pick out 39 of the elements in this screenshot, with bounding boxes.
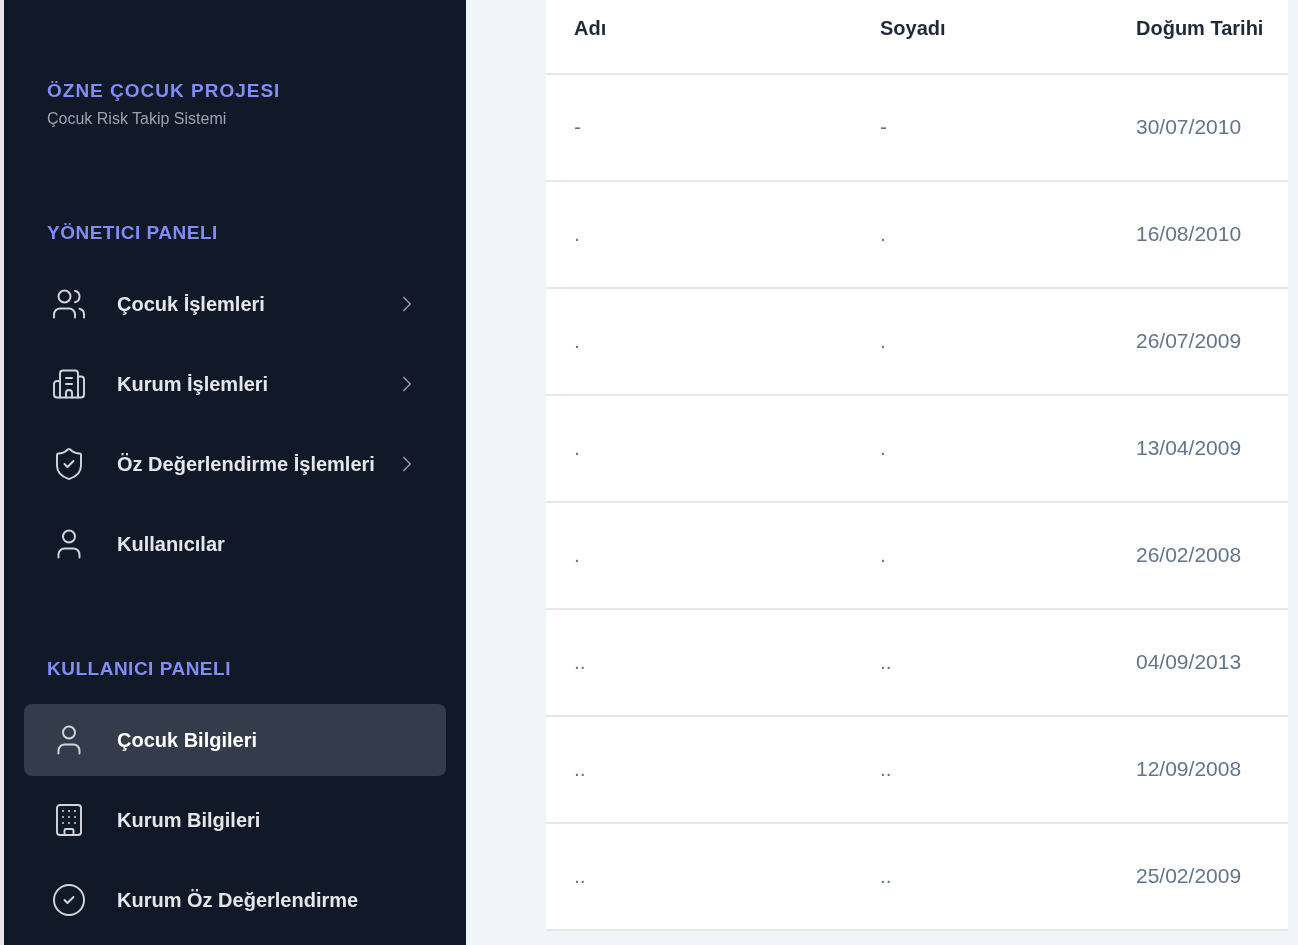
column-header: Adı (546, 0, 852, 75)
section-heading: KULLANICI PANELI (46, 657, 232, 681)
menu-item[interactable]: Kullanıcılar (24, 508, 446, 580)
table-cell: . (852, 289, 1108, 396)
table-cell: .. (852, 824, 1108, 931)
column-header: Doğum Tarihi (1108, 0, 1288, 75)
menu-item[interactable]: Çocuk Bilgileri (24, 704, 446, 776)
table-cell: 16/08/2010 (1108, 182, 1288, 289)
table-cell: . (852, 503, 1108, 610)
menu-item[interactable]: Öz Değerlendirme İşlemleri (24, 428, 446, 500)
table-cell: . (546, 289, 852, 396)
table-cell: - (546, 75, 852, 182)
table-cell: 30/07/2010 (1108, 75, 1288, 182)
menu-item[interactable]: Kurum İşlemleri (24, 348, 446, 420)
menu-item[interactable]: Çocuk İşlemleri (24, 268, 446, 340)
table-cell: . (546, 503, 852, 610)
table-cell: .. (546, 717, 852, 824)
table-cell: .. (852, 610, 1108, 717)
table-cell: 25/02/2009 (1108, 824, 1288, 931)
table-cell: .. (546, 610, 852, 717)
table-cell: .. (546, 824, 852, 931)
table-cell: .. (852, 717, 1108, 824)
table-cell: . (852, 396, 1108, 503)
app-subtitle: Çocuk Risk Takip Sistemi (46, 109, 228, 129)
table-cell: 12/09/2008 (1108, 717, 1288, 824)
check-circle-icon (51, 882, 87, 918)
table-cell: - (852, 75, 1108, 182)
table-cell: 04/09/2013 (1108, 610, 1288, 717)
menu-item[interactable]: Kurum Bilgileri (24, 784, 446, 856)
table-cell: 26/02/2008 (1108, 503, 1288, 610)
app-title: ÖZNE ÇOCUK PROJESI (46, 79, 282, 103)
table-cell: . (852, 182, 1108, 289)
column-header: Soyadı (852, 0, 1108, 75)
menu-item[interactable]: Kurum Öz Değerlendirme (24, 864, 446, 936)
table-cell: . (546, 182, 852, 289)
table-cell: 26/07/2009 (1108, 289, 1288, 396)
section-heading: YÖNETICI PANELI (46, 221, 219, 245)
table-cell: 13/04/2009 (1108, 396, 1288, 503)
table-cell: . (546, 396, 852, 503)
